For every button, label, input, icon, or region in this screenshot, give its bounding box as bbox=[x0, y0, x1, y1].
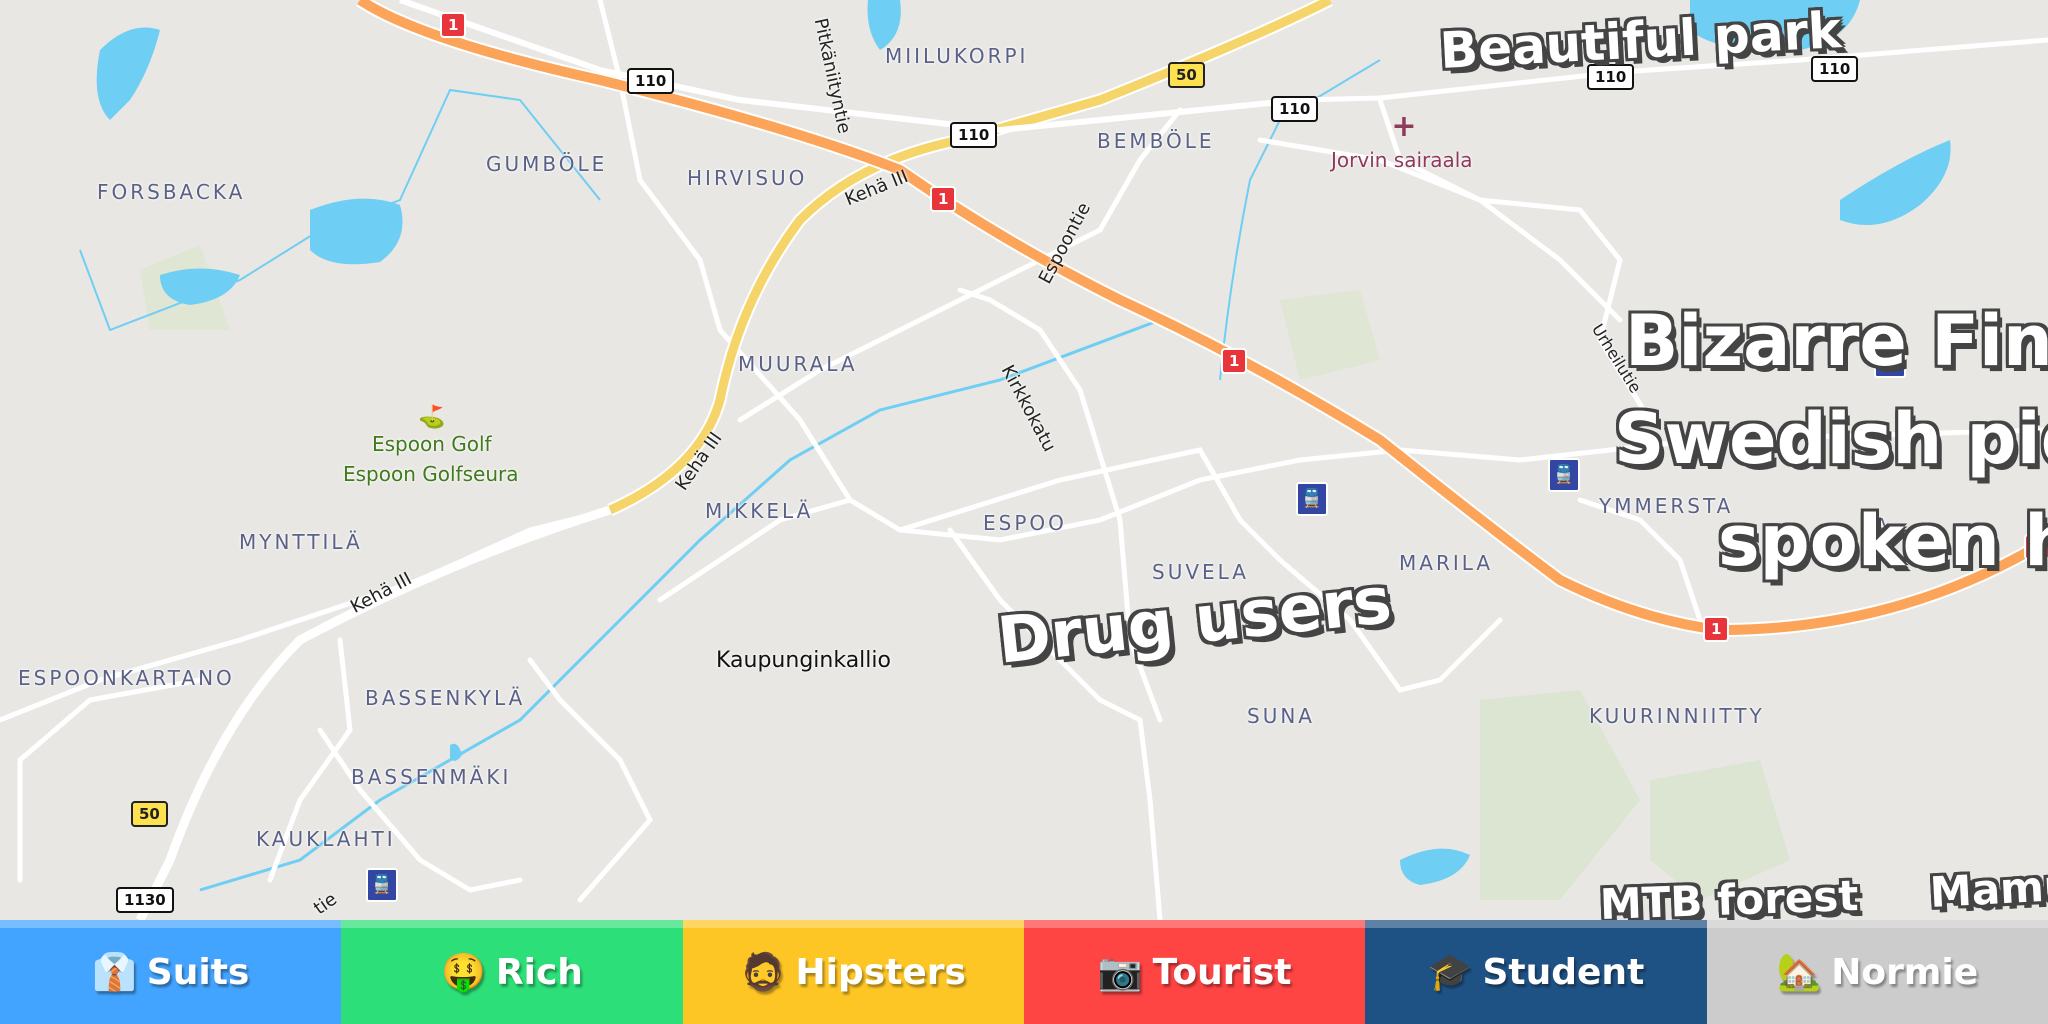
road-shield-50: 50 bbox=[131, 801, 168, 827]
road-shield-1: 1 bbox=[1221, 348, 1248, 374]
road-shield-1130: 1130 bbox=[116, 887, 174, 913]
park-area bbox=[1280, 290, 1380, 380]
lake bbox=[1840, 140, 1951, 225]
tab-rich[interactable]: 🤑 Rich bbox=[341, 920, 683, 1024]
tab-label: Hipsters bbox=[795, 951, 966, 993]
tab-top-strip bbox=[1365, 920, 1707, 928]
place-label-bassenmaki: BASSENMÄKI bbox=[351, 765, 512, 789]
place-label-suna: SUNA bbox=[1247, 704, 1315, 728]
tab-suits[interactable]: 👔 Suits bbox=[0, 920, 342, 1024]
road-shield-50: 50 bbox=[1168, 62, 1205, 88]
tab-label: Rich bbox=[495, 951, 583, 993]
place-label-miilukorpi: MIILUKORPI bbox=[885, 44, 1029, 68]
road-shield-110: 110 bbox=[1271, 96, 1319, 122]
road-50-south bbox=[135, 505, 612, 920]
place-label-bembole: BEMBÖLE bbox=[1097, 129, 1215, 153]
graduation-cap-icon: 🎓 bbox=[1427, 952, 1473, 993]
place-label-hirvisuo: HIRVISUO bbox=[687, 166, 808, 190]
road-shield-1: 1 bbox=[1703, 616, 1730, 642]
neighborhood-label-bizarre-line1[interactable]: Bizarre Finnish bbox=[1625, 306, 2048, 376]
golf-icon: ⛳ bbox=[418, 404, 445, 430]
road-shield-1: 1 bbox=[930, 186, 957, 212]
road-shield-110: 110 bbox=[950, 122, 998, 148]
place-label-muurala: MUURALA bbox=[738, 352, 858, 376]
tab-hipsters[interactable]: 🧔 Hipsters bbox=[682, 920, 1024, 1024]
train-station-icon[interactable]: 🚆 bbox=[1296, 482, 1328, 516]
necktie-icon: 👔 bbox=[91, 952, 137, 993]
bearded-person-icon: 🧔 bbox=[740, 952, 786, 993]
lake bbox=[96, 27, 160, 120]
neighborhood-label-bizarre-line2[interactable]: Swedish pidgin bbox=[1614, 404, 2048, 474]
neighborhood-label-mtb-forest[interactable]: MTB forest bbox=[1599, 871, 1859, 920]
train-station-icon[interactable]: 🚆 bbox=[1548, 458, 1580, 492]
lake bbox=[310, 198, 403, 265]
place-label-kuurinniitty: KUURINNIITTY bbox=[1589, 704, 1765, 728]
tab-label: Tourist bbox=[1152, 951, 1292, 993]
tab-top-strip bbox=[1706, 920, 2048, 928]
neighborhood-label-mamu[interactable]: Mamu bbox=[1929, 861, 2048, 917]
poi-label-golf-club[interactable]: Espoon Golfseura bbox=[343, 462, 518, 486]
road-shield-110: 110 bbox=[627, 68, 675, 94]
tab-label: Normie bbox=[1831, 951, 1979, 993]
hospital-icon: + bbox=[1391, 109, 1416, 144]
tab-label: Suits bbox=[146, 951, 250, 993]
house-with-garden-icon: 🏡 bbox=[1776, 952, 1822, 993]
category-tab-bar: 👔 Suits 🤑 Rich 🧔 Hipsters 📷 Tourist 🎓 St… bbox=[0, 920, 2048, 1024]
tab-student[interactable]: 🎓 Student bbox=[1365, 920, 1707, 1024]
neighborhood-label-bizarre-line3[interactable]: spoken here bbox=[1718, 506, 2048, 576]
place-label-mikkela: MIKKELÄ bbox=[705, 499, 814, 523]
camera-icon: 📷 bbox=[1097, 952, 1143, 993]
tab-top-strip bbox=[341, 920, 683, 928]
train-station-icon[interactable]: 🚆 bbox=[366, 868, 398, 902]
place-label-kilonmarila: MARILA bbox=[1399, 551, 1494, 575]
place-label-bassenkyla: BASSENKYLÄ bbox=[365, 686, 526, 710]
tab-tourist[interactable]: 📷 Tourist bbox=[1023, 920, 1366, 1024]
lake bbox=[1400, 848, 1470, 885]
place-label-espoonkartano: ESPOONKARTANO bbox=[18, 666, 235, 690]
tab-top-strip bbox=[0, 920, 342, 928]
place-label-espoo: ESPOO bbox=[983, 511, 1067, 535]
poi-label-kaupunginkallio: Kaupunginkallio bbox=[716, 648, 891, 673]
place-label-forsbacka: FORSBACKA bbox=[97, 180, 246, 204]
tab-normie[interactable]: 🏡 Normie bbox=[1706, 920, 2048, 1024]
tab-top-strip bbox=[1023, 920, 1366, 928]
tab-label: Student bbox=[1482, 951, 1645, 993]
money-mouth-face-icon: 🤑 bbox=[441, 952, 486, 993]
place-label-mynttila: MYNTTILÄ bbox=[239, 530, 363, 554]
road-shield-1: 1 bbox=[440, 12, 467, 38]
place-label-kauklahti: KAUKLAHTI bbox=[256, 827, 396, 851]
poi-label-hospital[interactable]: Jorvin sairaala bbox=[1331, 148, 1473, 172]
place-label-gumbole: GUMBÖLE bbox=[486, 152, 608, 176]
place-label-ymmersta: YMMERSTA bbox=[1599, 494, 1734, 518]
lake bbox=[867, 0, 901, 50]
tab-top-strip bbox=[682, 920, 1024, 928]
poi-label-golf[interactable]: Espoon Golf bbox=[372, 432, 492, 456]
map-canvas[interactable]: + ⛳ FORSBACKA GUMBÖLE HIRVISUO MIILUKORP… bbox=[0, 0, 2048, 920]
